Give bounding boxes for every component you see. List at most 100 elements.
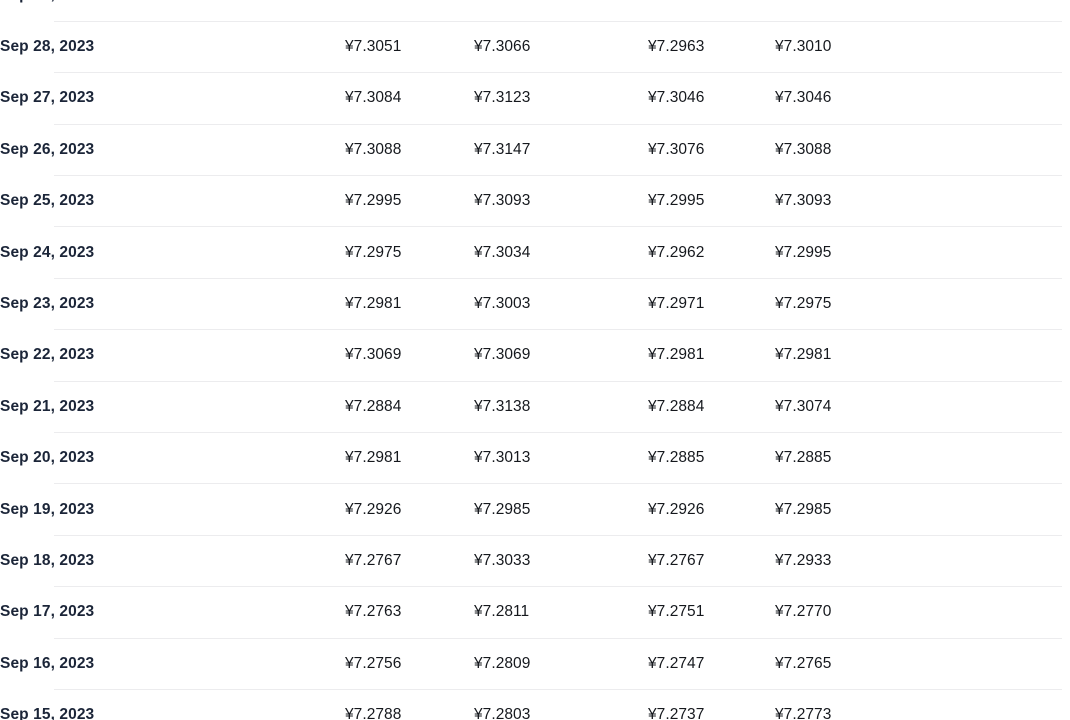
cell-value-2-text: ¥7.3003	[474, 295, 531, 313]
cell-value-2-text: ¥7.2803	[474, 706, 531, 720]
cell-date: Sep 20, 2023	[0, 432, 345, 485]
cell-value-2: ¥7.3123	[474, 72, 648, 125]
cell-value-1-text: ¥7.2995	[345, 192, 402, 210]
cell-value-3-text: ¥7.2751	[648, 603, 705, 621]
table-viewport: Sep 29, 2023 ¥7.3044 ¥7.3066 ¥7.2963 ¥7.3066…	[0, 0, 1070, 720]
cell-value-1: ¥7.2981	[345, 432, 474, 485]
table-row[interactable]: Sep 27, 2023 ¥7.3084 ¥7.3123 ¥7.3046 ¥7.3046	[0, 72, 1070, 125]
cell-value-1: ¥7.2926	[345, 483, 474, 536]
cell-date: Sep 29, 2023	[0, 0, 345, 23]
cell-date-text: Sep 20, 2023	[0, 449, 95, 467]
table-row[interactable]: Sep 24, 2023 ¥7.2975 ¥7.3034 ¥7.2962 ¥7.2995	[0, 226, 1070, 279]
table-row[interactable]: Sep 23, 2023 ¥7.2981 ¥7.3003 ¥7.2971 ¥7.2975	[0, 278, 1070, 331]
table-row[interactable]: Sep 21, 2023 ¥7.2884 ¥7.3138 ¥7.2884 ¥7.3074	[0, 381, 1070, 434]
cell-value-4-text: ¥7.3066	[775, 0, 831, 3]
cell-date: Sep 26, 2023	[0, 124, 345, 177]
cell-value-4-text: ¥7.2975	[775, 295, 832, 313]
cell-value-4: ¥7.2773	[775, 689, 1070, 720]
cell-value-1: ¥7.2767	[345, 535, 474, 588]
cell-date-text: Sep 27, 2023	[0, 89, 95, 107]
table-scroll-container[interactable]: Sep 29, 2023 ¥7.3044 ¥7.3066 ¥7.2963 ¥7.3066…	[0, 0, 1070, 720]
cell-value-4: ¥7.3088	[775, 124, 1070, 177]
cell-value-3: ¥7.2767	[648, 535, 775, 588]
table-row[interactable]: Sep 28, 2023 ¥7.3051 ¥7.3066 ¥7.2963 ¥7.3010	[0, 21, 1070, 74]
cell-value-4-text: ¥7.3088	[775, 140, 832, 158]
cell-value-3-text: ¥7.2747	[648, 654, 705, 672]
cell-value-4-text: ¥7.2981	[775, 346, 832, 364]
cell-value-1-text: ¥7.2975	[345, 243, 402, 261]
cell-value-2: ¥7.3138	[474, 381, 648, 434]
cell-value-3-text: ¥7.2995	[648, 192, 705, 210]
cell-value-3-text: ¥7.2926	[648, 500, 705, 518]
cell-value-1-text: ¥7.2981	[345, 295, 402, 313]
cell-date-text: Sep 18, 2023	[0, 551, 95, 569]
cell-date-text: Sep 29, 2023	[0, 0, 94, 3]
cell-value-3-text: ¥7.3076	[648, 140, 705, 158]
cell-value-1-text: ¥7.3051	[345, 38, 402, 56]
cell-value-3: ¥7.2995	[648, 175, 775, 228]
cell-value-2-text: ¥7.3147	[474, 140, 531, 158]
cell-value-2-text: ¥7.3093	[474, 192, 531, 210]
cell-value-4-text: ¥7.2933	[775, 551, 832, 569]
cell-value-4: ¥7.2770	[775, 586, 1070, 639]
cell-value-2: ¥7.3003	[474, 278, 648, 331]
cell-value-4: ¥7.2981	[775, 329, 1070, 382]
cell-value-2-text: ¥7.3066	[474, 0, 530, 3]
cell-value-2: ¥7.2985	[474, 483, 648, 536]
cell-value-4: ¥7.2885	[775, 432, 1070, 485]
table-row[interactable]: Sep 29, 2023 ¥7.3044 ¥7.3066 ¥7.2963 ¥7.3066	[0, 0, 1070, 23]
cell-value-2: ¥7.3093	[474, 175, 648, 228]
table-row[interactable]: Sep 20, 2023 ¥7.2981 ¥7.3013 ¥7.2885 ¥7.2885	[0, 432, 1070, 485]
cell-value-2-text: ¥7.2985	[474, 500, 531, 518]
cell-value-3: ¥7.2962	[648, 226, 775, 279]
cell-value-3: ¥7.2884	[648, 381, 775, 434]
cell-value-3: ¥7.2971	[648, 278, 775, 331]
cell-value-2: ¥7.2809	[474, 638, 648, 690]
cell-value-1: ¥7.2884	[345, 381, 474, 434]
cell-value-2: ¥7.3033	[474, 535, 648, 588]
cell-value-3-text: ¥7.2963	[648, 38, 705, 56]
exchange-rate-history-table: Sep 29, 2023 ¥7.3044 ¥7.3066 ¥7.2963 ¥7.3066…	[0, 0, 1070, 720]
cell-value-2: ¥7.3069	[474, 329, 648, 382]
cell-date-text: Sep 23, 2023	[0, 295, 95, 313]
cell-value-4-text: ¥7.3074	[775, 397, 832, 415]
cell-value-4: ¥7.3093	[775, 175, 1070, 228]
cell-value-1-text: ¥7.2884	[345, 397, 402, 415]
cell-value-4: ¥7.2933	[775, 535, 1070, 588]
cell-value-1: ¥7.2788	[345, 689, 474, 720]
table-row[interactable]: Sep 19, 2023 ¥7.2926 ¥7.2985 ¥7.2926 ¥7.2985	[0, 483, 1070, 536]
cell-value-3-text: ¥7.2981	[648, 346, 705, 364]
cell-value-4-text: ¥7.2773	[775, 706, 832, 720]
cell-value-4-text: ¥7.3046	[775, 89, 832, 107]
cell-value-1: ¥7.2981	[345, 278, 474, 331]
cell-value-3: ¥7.2963	[648, 21, 775, 74]
cell-date: Sep 18, 2023	[0, 535, 345, 588]
table-row[interactable]: Sep 17, 2023 ¥7.2763 ¥7.2811 ¥7.2751 ¥7.2770	[0, 586, 1070, 639]
cell-value-1: ¥7.3084	[345, 72, 474, 125]
cell-value-1-text: ¥7.3088	[345, 140, 402, 158]
cell-date-text: Sep 15, 2023	[0, 706, 95, 720]
cell-value-2: ¥7.3034	[474, 226, 648, 279]
table-row[interactable]: Sep 22, 2023 ¥7.3069 ¥7.3069 ¥7.2981 ¥7.2981	[0, 329, 1070, 382]
cell-value-3-text: ¥7.2737	[648, 706, 705, 720]
cell-date: Sep 17, 2023	[0, 586, 345, 639]
table-row[interactable]: Sep 18, 2023 ¥7.2767 ¥7.3033 ¥7.2767 ¥7.2933	[0, 535, 1070, 588]
cell-value-1: ¥7.3088	[345, 124, 474, 177]
cell-value-4: ¥7.2975	[775, 278, 1070, 331]
table-row[interactable]: Sep 25, 2023 ¥7.2995 ¥7.3093 ¥7.2995 ¥7.3093	[0, 175, 1070, 228]
cell-value-4-text: ¥7.3093	[775, 192, 832, 210]
table-row[interactable]: Sep 15, 2023 ¥7.2788 ¥7.2803 ¥7.2737 ¥7.2773	[0, 689, 1070, 720]
cell-date: Sep 24, 2023	[0, 226, 345, 279]
table-row[interactable]: Sep 16, 2023 ¥7.2756 ¥7.2809 ¥7.2747 ¥7.2765	[0, 638, 1070, 690]
table-row[interactable]: Sep 26, 2023 ¥7.3088 ¥7.3147 ¥7.3076 ¥7.3088	[0, 124, 1070, 177]
cell-value-3: ¥7.2747	[648, 638, 775, 690]
cell-value-1-text: ¥7.3084	[345, 89, 402, 107]
cell-date-text: Sep 16, 2023	[0, 654, 95, 672]
cell-value-3-text: ¥7.2885	[648, 449, 705, 467]
cell-value-4: ¥7.2985	[775, 483, 1070, 536]
cell-value-2: ¥7.3066	[474, 0, 648, 22]
cell-date: Sep 23, 2023	[0, 278, 345, 331]
cell-value-2-text: ¥7.3033	[474, 551, 531, 569]
cell-value-4-text: ¥7.2765	[775, 654, 832, 672]
cell-value-3: ¥7.3046	[648, 72, 775, 125]
